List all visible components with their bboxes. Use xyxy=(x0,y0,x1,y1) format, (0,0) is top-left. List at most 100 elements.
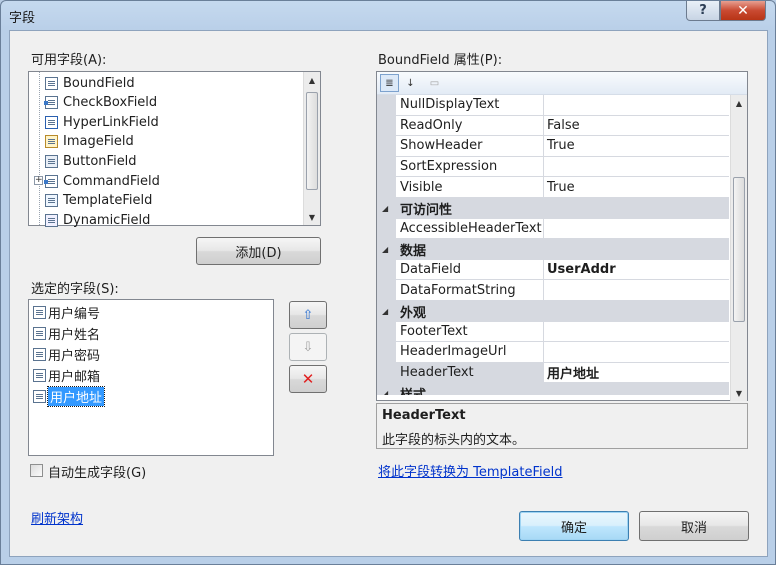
property-row[interactable]: HeaderImageUrl xyxy=(377,342,729,363)
collapse-icon[interactable]: ◢ xyxy=(382,301,388,322)
collapse-icon[interactable]: ◢ xyxy=(382,198,388,219)
collapse-icon[interactable]: ◢ xyxy=(382,239,388,260)
move-up-button[interactable]: ⇧ xyxy=(289,301,327,329)
property-pages-button[interactable]: ▭ xyxy=(425,74,444,92)
property-value[interactable]: True xyxy=(544,177,729,198)
property-row-margin xyxy=(377,321,396,343)
property-category[interactable]: ◢ 可访问性 xyxy=(377,198,729,219)
move-down-icon: ⇩ xyxy=(302,339,314,355)
available-field-label: CheckBoxField xyxy=(63,95,158,111)
available-fields-scrollbar[interactable]: ▲ ▼ xyxy=(303,72,320,225)
categorized-button[interactable]: ≣ xyxy=(380,74,399,92)
property-row[interactable]: AccessibleHeaderText xyxy=(377,218,729,240)
scroll-down-arrow-icon[interactable]: ▼ xyxy=(731,385,747,401)
property-value[interactable] xyxy=(544,157,729,178)
scroll-thumb[interactable] xyxy=(733,177,745,322)
property-value[interactable] xyxy=(544,280,729,301)
close-button[interactable]: ✕ xyxy=(720,1,766,21)
property-grid-scrollbar[interactable]: ▲ ▼ xyxy=(730,95,747,401)
property-row[interactable]: NullDisplayText xyxy=(377,95,729,116)
property-description-panel: HeaderText 此字段的标头内的文本。 xyxy=(376,403,748,449)
property-row[interactable]: SortExpression xyxy=(377,156,729,178)
property-row[interactable]: Visible True xyxy=(377,177,729,198)
property-row[interactable]: ShowHeader True xyxy=(377,136,729,157)
property-row[interactable]: HeaderText 用户地址 xyxy=(377,362,729,384)
property-name: AccessibleHeaderText xyxy=(396,218,544,240)
available-field-item[interactable]: BoundField xyxy=(29,73,135,93)
move-up-icon: ⇧ xyxy=(302,307,314,323)
available-field-item[interactable]: + CommandField xyxy=(29,171,160,191)
title-bar[interactable]: 字段 ? ✕ xyxy=(1,1,775,29)
selected-field-item[interactable]: 用户邮箱 xyxy=(29,365,100,385)
property-category[interactable]: ◢ 数据 xyxy=(377,239,729,260)
property-category[interactable]: ◢ 样式 xyxy=(377,383,729,395)
selected-fields-list[interactable]: 用户编号 用户姓名用户密码用户邮箱 用户地址 xyxy=(28,299,274,456)
cancel-button[interactable]: 取消 xyxy=(639,511,749,541)
window-title: 字段 xyxy=(9,11,36,26)
selected-field-label: 用户密码 xyxy=(48,348,101,364)
scroll-up-arrow-icon[interactable]: ▲ xyxy=(304,72,320,88)
description-title: HeaderText xyxy=(382,408,466,423)
property-row[interactable]: DataField UserAddr xyxy=(377,259,729,281)
selected-field-item[interactable]: 用户编号 xyxy=(29,302,100,322)
property-row-margin xyxy=(377,362,396,384)
selected-field-item[interactable]: 用户姓名 xyxy=(29,323,100,343)
collapse-icon[interactable]: ◢ xyxy=(382,383,388,395)
available-field-item[interactable]: HyperLinkField xyxy=(29,112,159,132)
delete-field-button[interactable]: ✕ xyxy=(289,365,327,393)
move-down-button[interactable]: ⇩ xyxy=(289,333,327,361)
property-name: Visible xyxy=(396,177,544,198)
ok-button[interactable]: 确定 xyxy=(519,511,629,541)
property-value[interactable]: False xyxy=(544,116,729,137)
property-row-margin xyxy=(377,95,396,116)
available-field-label: BoundField xyxy=(63,75,135,91)
selected-field-label: 用户邮箱 xyxy=(48,369,101,385)
available-field-item[interactable]: ButtonField xyxy=(29,151,137,171)
property-rows: NullDisplayText ReadOnly False ShowHeader Tr… xyxy=(377,95,729,395)
available-field-item[interactable]: TemplateField xyxy=(29,191,152,211)
property-value[interactable] xyxy=(544,322,729,343)
property-value[interactable] xyxy=(544,219,729,240)
convert-to-template-link[interactable]: 将此字段转换为 TemplateField xyxy=(378,461,562,480)
dialog-client-area: 可用字段(A): ▲ ▼ BoundField CheckBoxField Hype… xyxy=(9,30,768,557)
available-field-item[interactable]: CheckBoxField xyxy=(29,93,157,113)
available-field-item[interactable]: ImageField xyxy=(29,132,134,152)
help-button[interactable]: ? xyxy=(686,1,720,21)
bound-field-icon xyxy=(33,347,46,361)
fields-dialog: 字段 ? ✕ 可用字段(A): ▲ ▼ BoundField CheckBoxFi… xyxy=(0,0,776,565)
property-row[interactable]: FooterText xyxy=(377,321,729,343)
auto-generate-checkbox[interactable] xyxy=(30,464,43,477)
available-fields-tree[interactable]: ▲ ▼ BoundField CheckBoxField HyperLinkFiel… xyxy=(28,71,321,228)
property-name: DataFormatString xyxy=(396,280,544,301)
available-field-item[interactable]: DynamicField xyxy=(29,210,150,230)
scroll-down-arrow-icon[interactable]: ▼ xyxy=(304,209,320,225)
selected-fields-label: 选定的字段(S): xyxy=(31,282,119,297)
property-value[interactable] xyxy=(544,342,729,363)
property-value[interactable]: 用户地址 xyxy=(544,363,729,384)
close-icon: ✕ xyxy=(737,2,749,19)
property-value[interactable]: True xyxy=(544,136,729,157)
property-value[interactable]: UserAddr xyxy=(544,260,729,281)
property-row-margin xyxy=(377,177,396,198)
property-row[interactable]: ReadOnly False xyxy=(377,115,729,137)
scroll-thumb[interactable] xyxy=(306,92,318,190)
property-row-margin xyxy=(377,156,396,178)
refresh-schema-link[interactable]: 刷新架构 xyxy=(31,508,83,527)
category-name: 样式 xyxy=(396,383,426,395)
expand-icon[interactable]: + xyxy=(34,176,43,185)
add-field-button[interactable]: 添加(D) xyxy=(196,237,321,265)
property-value[interactable] xyxy=(544,95,729,116)
property-row[interactable]: DataFormatString xyxy=(377,280,729,301)
available-fields-label: 可用字段(A): xyxy=(31,53,107,68)
selected-field-item[interactable]: 用户地址 xyxy=(29,385,106,407)
alphabetical-sort-icon: ↓ xyxy=(406,77,415,89)
bound-field-icon xyxy=(45,76,58,90)
categorized-icon: ≣ xyxy=(385,77,394,89)
property-name: HeaderImageUrl xyxy=(396,342,544,363)
selected-field-item[interactable]: 用户密码 xyxy=(29,344,100,364)
alphabetical-button[interactable]: ↓ xyxy=(401,74,420,92)
available-field-label: CommandField xyxy=(63,173,160,189)
scroll-up-arrow-icon[interactable]: ▲ xyxy=(731,95,747,111)
property-category[interactable]: ◢ 外观 xyxy=(377,301,729,322)
dynamic-field-icon xyxy=(45,213,58,227)
